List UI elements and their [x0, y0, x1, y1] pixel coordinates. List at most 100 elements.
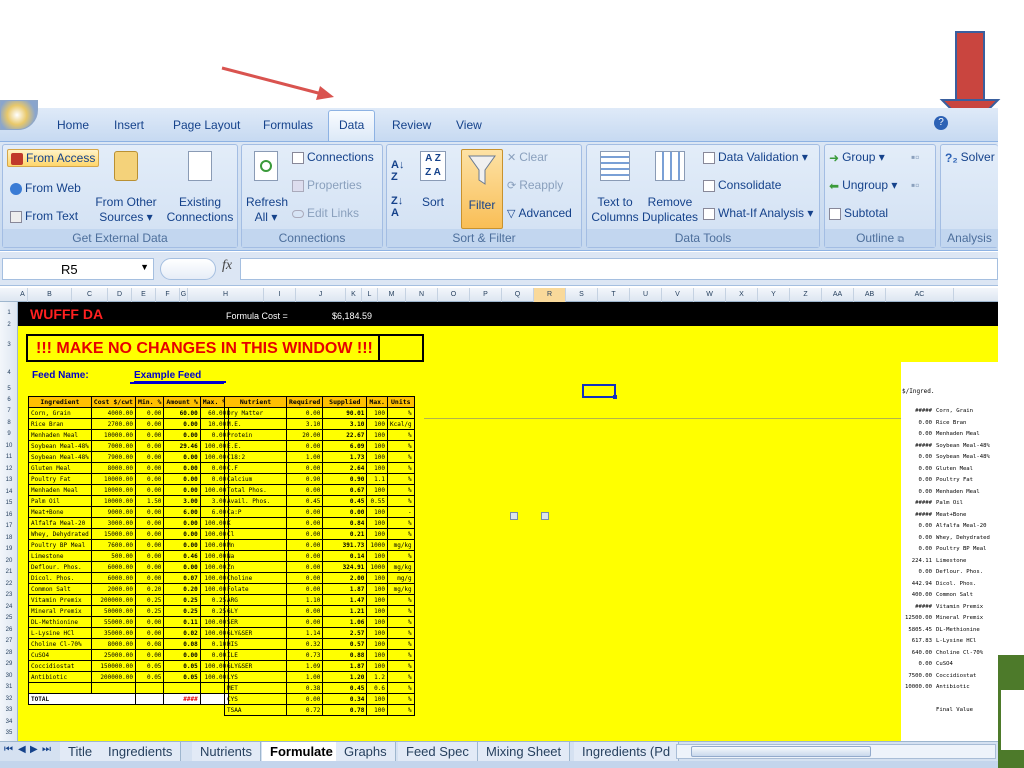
table-cell[interactable]: 25000.00 [90, 649, 136, 661]
table-cell[interactable]: GLY [224, 605, 287, 617]
table-cell[interactable]: 2.00 [322, 572, 368, 584]
row-header[interactable]: 4 [0, 370, 18, 376]
tab-view[interactable]: View [456, 116, 482, 136]
table-cell[interactable]: 0.78 [322, 704, 368, 716]
column-header-r[interactable]: R [534, 288, 566, 302]
column-header-e[interactable]: E [132, 288, 156, 302]
column-header-n[interactable]: N [406, 288, 438, 302]
table-cell[interactable] [163, 682, 201, 694]
table-cell[interactable]: 100 [366, 418, 388, 430]
table-cell[interactable]: 0.00 [163, 649, 201, 661]
row-header[interactable]: 29 [0, 661, 18, 667]
text-to-columns-button[interactable]: Text to Columns [591, 149, 639, 225]
table-cell[interactable]: Corn, Grain [28, 407, 92, 419]
table-cell[interactable]: 0.00 [285, 561, 324, 573]
table-cell[interactable]: 0.00 [285, 572, 324, 584]
sort-button[interactable]: A ZZ A Sort [415, 149, 451, 210]
table-cell[interactable]: 1.47 [322, 594, 368, 606]
table-cell[interactable]: Whey, Dehydrated [28, 528, 92, 540]
table-cell[interactable]: 0.55 [366, 495, 388, 507]
table-cell[interactable]: 6.09 [322, 440, 368, 452]
table-cell[interactable]: 100 [366, 429, 388, 441]
first-sheet-icon[interactable]: ⏮ [4, 744, 13, 755]
column-header-i[interactable]: I [264, 288, 296, 302]
table-cell[interactable]: % [386, 627, 415, 639]
table-cell[interactable]: 100 [366, 528, 388, 540]
table-cell[interactable]: 100 [366, 660, 388, 672]
table-cell[interactable]: 100 [366, 484, 388, 496]
table-cell[interactable]: 0.25 [163, 594, 201, 606]
table-cell[interactable]: Mineral Premix [28, 605, 92, 617]
table-cell[interactable]: 100 [366, 704, 388, 716]
column-header-j[interactable]: J [296, 288, 346, 302]
row-header[interactable]: 10 [0, 443, 18, 449]
table-cell[interactable]: 0.00 [285, 506, 324, 518]
table-cell[interactable]: 0.00 [134, 528, 165, 540]
row-header[interactable]: 6 [0, 397, 18, 403]
table-cell[interactable]: HIS [224, 638, 287, 650]
table-cell[interactable]: 1.06 [322, 616, 368, 628]
table-cell[interactable]: 0.00 [134, 418, 165, 430]
table-cell[interactable]: 100 [366, 572, 388, 584]
row-header[interactable]: 19 [0, 546, 18, 552]
row-header[interactable]: 25 [0, 615, 18, 621]
table-cell[interactable]: 100 [366, 440, 388, 452]
table-cell[interactable]: 391.73 [322, 539, 368, 551]
show-detail-icon[interactable]: ▪▫ [911, 150, 920, 164]
column-header-p[interactable]: P [470, 288, 502, 302]
column-header-o[interactable]: O [438, 288, 470, 302]
table-cell[interactable]: 10000.00 [90, 429, 136, 441]
table-cell[interactable]: 0.88 [322, 649, 368, 661]
table-cell[interactable] [134, 693, 165, 705]
table-cell[interactable]: mg/kg [386, 561, 415, 573]
column-header-x[interactable]: X [726, 288, 758, 302]
table-cell[interactable]: 0.08 [134, 638, 165, 650]
dialog-launcher-icon[interactable]: ⧉ [897, 234, 903, 244]
table-cell[interactable]: Poultry Fat [28, 473, 92, 485]
table-cell[interactable]: % [386, 495, 415, 507]
existing-connections-button[interactable]: Existing Connections [165, 149, 235, 225]
table-cell[interactable]: % [386, 462, 415, 474]
table-cell[interactable]: Folate [224, 583, 287, 595]
table-cell[interactable]: % [386, 484, 415, 496]
table-cell[interactable]: 4000.00 [90, 407, 136, 419]
column-header-l[interactable]: L [362, 288, 378, 302]
table-cell[interactable]: 50000.00 [90, 605, 136, 617]
row-header[interactable]: 32 [0, 696, 18, 702]
row-header[interactable]: 12 [0, 466, 18, 472]
tab-insert[interactable]: Insert [114, 116, 144, 136]
table-cell[interactable]: MET [224, 682, 287, 694]
table-cell[interactable]: Limestone [28, 550, 92, 562]
table-cell[interactable]: % [386, 451, 415, 463]
table-cell[interactable]: 15000.00 [90, 528, 136, 540]
row-header[interactable]: 35 [0, 730, 18, 736]
table-cell[interactable]: % [386, 594, 415, 606]
table-cell[interactable]: C18:2 [224, 451, 287, 463]
column-header-ac[interactable]: AC [886, 288, 954, 302]
table-cell[interactable]: 0.20 [163, 583, 201, 595]
table-cell[interactable]: Vitamin Premix [28, 594, 92, 606]
table-cell[interactable]: 22.67 [322, 429, 368, 441]
table-cell[interactable]: 0.00 [322, 506, 368, 518]
row-header[interactable]: 20 [0, 558, 18, 564]
advanced-button[interactable]: ▽ Advanced [507, 206, 572, 220]
table-cell[interactable]: % [386, 704, 415, 716]
row-header[interactable]: 14 [0, 489, 18, 495]
row-header[interactable]: 30 [0, 673, 18, 679]
table-cell[interactable]: L-Lysine HCl [28, 627, 92, 639]
table-cell[interactable]: 0.00 [163, 451, 201, 463]
table-cell[interactable]: ILE [224, 649, 287, 661]
table-cell[interactable]: 0.00 [285, 484, 324, 496]
row-header[interactable]: 8 [0, 420, 18, 426]
table-cell[interactable]: Poultry BP Meal [28, 539, 92, 551]
table-cell[interactable]: 0.67 [322, 484, 368, 496]
column-header-ab[interactable]: AB [854, 288, 886, 302]
table-cell[interactable]: mg/kg [386, 539, 415, 551]
table-cell[interactable]: 0.38 [285, 682, 324, 694]
table-cell[interactable]: K [224, 517, 287, 529]
tab-review[interactable]: Review [392, 116, 431, 136]
table-cell[interactable]: 100 [366, 616, 388, 628]
table-cell[interactable]: 2.57 [322, 627, 368, 639]
table-cell[interactable]: ARG [224, 594, 287, 606]
table-cell[interactable]: 324.91 [322, 561, 368, 573]
